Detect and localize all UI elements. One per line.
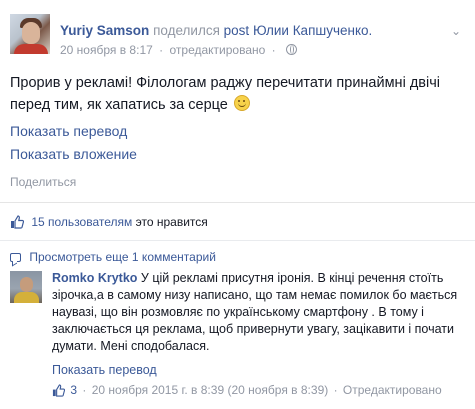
view-more-comments-label[interactable]: Просмотреть еще 1 комментарий: [29, 250, 216, 264]
divider: [0, 240, 475, 241]
avatar-face: [22, 22, 40, 44]
post-owner-link[interactable]: Юлии Капшученко.: [253, 23, 372, 38]
edited-label[interactable]: отредактировано: [169, 43, 265, 57]
smile-emoji-icon: [233, 95, 250, 111]
shared-label: поделился: [153, 23, 220, 38]
share-link[interactable]: Поделиться: [10, 175, 76, 189]
comment-author-link[interactable]: Romko Krytko: [52, 271, 137, 285]
comment-edited-label[interactable]: Отредактировано: [343, 383, 442, 397]
meta-separator: ·: [159, 43, 164, 57]
comment-show-translation-link[interactable]: Показать перевод: [52, 363, 157, 377]
likes-summary: 15 пользователям это нравится: [10, 215, 208, 229]
likes-suffix: это нравится: [135, 215, 208, 229]
meta-separator: ·: [82, 383, 87, 397]
post-timestamp[interactable]: 20 ноября в 8:17: [60, 43, 153, 57]
author-avatar[interactable]: [10, 14, 50, 54]
post-header: Yuriy Samson поделился post Юлии Капшуче…: [60, 23, 372, 38]
avatar-body: [14, 292, 39, 303]
show-attachment-link[interactable]: Показать вложение: [10, 146, 137, 162]
post-text: Прорив у рекламі! Філологам раджу перечи…: [10, 74, 475, 115]
post-link[interactable]: post: [224, 23, 250, 38]
chevron-down-icon[interactable]: ⌄: [451, 24, 461, 38]
post-meta: 20 ноября в 8:17 · отредактировано ·: [60, 43, 297, 57]
comment-bubble-icon: [10, 253, 21, 262]
comment-timestamp[interactable]: 20 ноября 2015 г. в 8:39 (20 ноября в 8:…: [92, 383, 329, 397]
comment-likes-count[interactable]: 3: [70, 383, 77, 397]
view-more-comments[interactable]: Просмотреть еще 1 комментарий: [10, 250, 216, 264]
commenter-avatar[interactable]: [10, 271, 42, 303]
comment-meta: 3 · 20 ноября 2015 г. в 8:39 (20 ноября …: [52, 383, 442, 397]
likes-count-link[interactable]: 15 пользователям: [31, 215, 132, 229]
avatar-face: [20, 277, 33, 292]
avatar-shirt: [14, 44, 48, 54]
divider: [0, 202, 475, 203]
globe-icon[interactable]: [285, 44, 297, 55]
author-name-link[interactable]: Yuriy Samson: [60, 23, 149, 38]
thumbs-up-icon[interactable]: [52, 384, 65, 397]
thumbs-up-icon: [11, 215, 24, 229]
meta-separator: ·: [333, 383, 338, 397]
show-translation-link[interactable]: Показать перевод: [10, 123, 127, 139]
meta-separator: ·: [271, 43, 276, 57]
comment-text: Romko Krytko У цій рекламі присутня ірон…: [52, 270, 468, 355]
post-text-body: Прорив у рекламі! Філологам раджу перечи…: [10, 75, 440, 113]
